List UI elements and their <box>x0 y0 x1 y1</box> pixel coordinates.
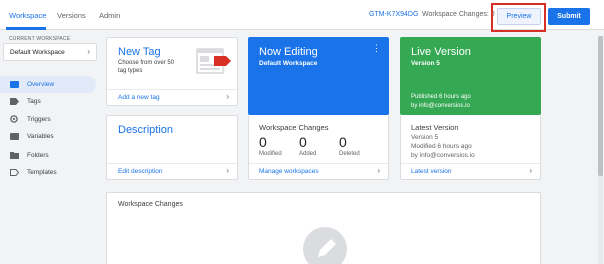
latest-version-card: Latest Version Version 5 Modified 6 hour… <box>400 115 541 180</box>
latest-version-link[interactable]: Latest version <box>411 168 451 175</box>
live-version-card: Live Version Version 5 Published 6 hours… <box>400 37 541 115</box>
chevron-right-icon: › <box>87 47 90 56</box>
sidebar-item-label: Folders <box>27 152 49 159</box>
sidebar-item-variables[interactable]: Variables <box>0 128 96 145</box>
workspace-changes-panel-title: Workspace Changes <box>118 201 183 208</box>
sidebar-item-label: Overview <box>27 81 55 88</box>
overview-icon <box>10 81 19 88</box>
modified-label: Modified <box>259 151 282 157</box>
chevron-right-icon: › <box>529 166 532 175</box>
deleted-label: Deleted <box>339 151 360 157</box>
chevron-right-icon: › <box>377 166 380 175</box>
tab-workspace[interactable]: Workspace <box>9 11 46 20</box>
edit-description-link[interactable]: Edit description <box>118 168 162 175</box>
manage-workspaces-row[interactable]: Manage workspaces › <box>249 163 388 179</box>
sidebar-item-templates[interactable]: Templates <box>0 164 96 181</box>
tab-versions[interactable]: Versions <box>57 11 86 20</box>
workspace-changes-card: Workspace Changes 0 Modified 0 Added 0 D… <box>248 115 389 180</box>
container-id[interactable]: GTM-K7X94DG <box>369 11 418 18</box>
sidebar-item-label: Tags <box>27 98 41 105</box>
submit-button[interactable]: Submit <box>548 8 590 25</box>
tag-icon <box>10 98 19 105</box>
now-editing-card: Now Editing Default Workspace ⋮ <box>248 37 389 115</box>
scrollbar-thumb[interactable] <box>598 36 603 176</box>
latest-version-row[interactable]: Latest version › <box>401 163 540 179</box>
live-version-title: Live Version <box>411 46 471 58</box>
workspace-selector[interactable]: Default Workspace › <box>3 43 97 61</box>
folder-icon <box>10 152 19 159</box>
sidebar-item-label: Templates <box>27 169 57 176</box>
latest-version-title: Latest Version <box>411 123 459 132</box>
template-icon <box>10 169 19 176</box>
added-count: 0 <box>299 134 307 150</box>
description-title: Description <box>118 124 174 136</box>
current-workspace-label: CURRENT WORKSPACE <box>9 36 71 42</box>
sidebar-item-folders[interactable]: Folders <box>0 147 96 164</box>
variables-icon <box>10 133 19 140</box>
edit-pencil-icon <box>303 227 347 264</box>
workspace-changes-title: Workspace Changes <box>259 123 329 132</box>
workspace-name: Default Workspace <box>10 49 65 56</box>
tab-admin[interactable]: Admin <box>99 11 120 20</box>
page-scrollbar[interactable] <box>598 36 603 264</box>
live-published-by: by info@conversios.io <box>411 103 470 109</box>
live-published-time: Published 6 hours ago <box>411 94 471 100</box>
tag-illustration-icon <box>196 48 231 74</box>
sidebar-item-overview[interactable]: Overview <box>0 76 96 93</box>
sidebar-item-label: Variables <box>27 133 54 140</box>
modified-count: 0 <box>259 134 267 150</box>
latest-version-number: Version 5 <box>411 134 439 141</box>
edit-description-row[interactable]: Edit description › <box>107 163 237 179</box>
sidebar-item-tags[interactable]: Tags <box>0 93 96 110</box>
workspace-changes-panel: Workspace Changes <box>106 192 541 264</box>
active-tab-indicator <box>6 27 46 30</box>
latest-modified-time: Modified 6 hours ago <box>411 143 472 150</box>
deleted-count: 0 <box>339 134 347 150</box>
trigger-icon <box>10 115 18 123</box>
preview-highlight-box <box>491 3 546 32</box>
latest-modified-by: by info@conversios.io <box>411 152 475 159</box>
now-editing-title: Now Editing <box>259 46 318 58</box>
add-new-tag-row[interactable]: Add a new tag › <box>107 89 237 105</box>
added-label: Added <box>299 151 317 157</box>
new-tag-description: Choose from over 50 tag types <box>118 60 175 74</box>
live-version-number: Version 5 <box>411 60 440 67</box>
sidebar-item-triggers[interactable]: Triggers <box>0 111 96 128</box>
manage-workspaces-link[interactable]: Manage workspaces <box>259 168 319 175</box>
new-tag-card[interactable]: New Tag Choose from over 50 tag types Ad… <box>106 37 238 106</box>
chevron-right-icon: › <box>226 92 229 101</box>
now-editing-workspace: Default Workspace <box>259 60 318 67</box>
description-card[interactable]: Description Edit description › <box>106 115 238 180</box>
sidebar-item-label: Triggers <box>27 116 51 123</box>
add-new-tag-link[interactable]: Add a new tag <box>118 94 160 101</box>
workspace-changes-count: Workspace Changes: 0 <box>422 11 495 18</box>
new-tag-title: New Tag <box>118 46 161 58</box>
chevron-right-icon: › <box>226 166 229 175</box>
more-vert-icon[interactable]: ⋮ <box>372 44 381 53</box>
